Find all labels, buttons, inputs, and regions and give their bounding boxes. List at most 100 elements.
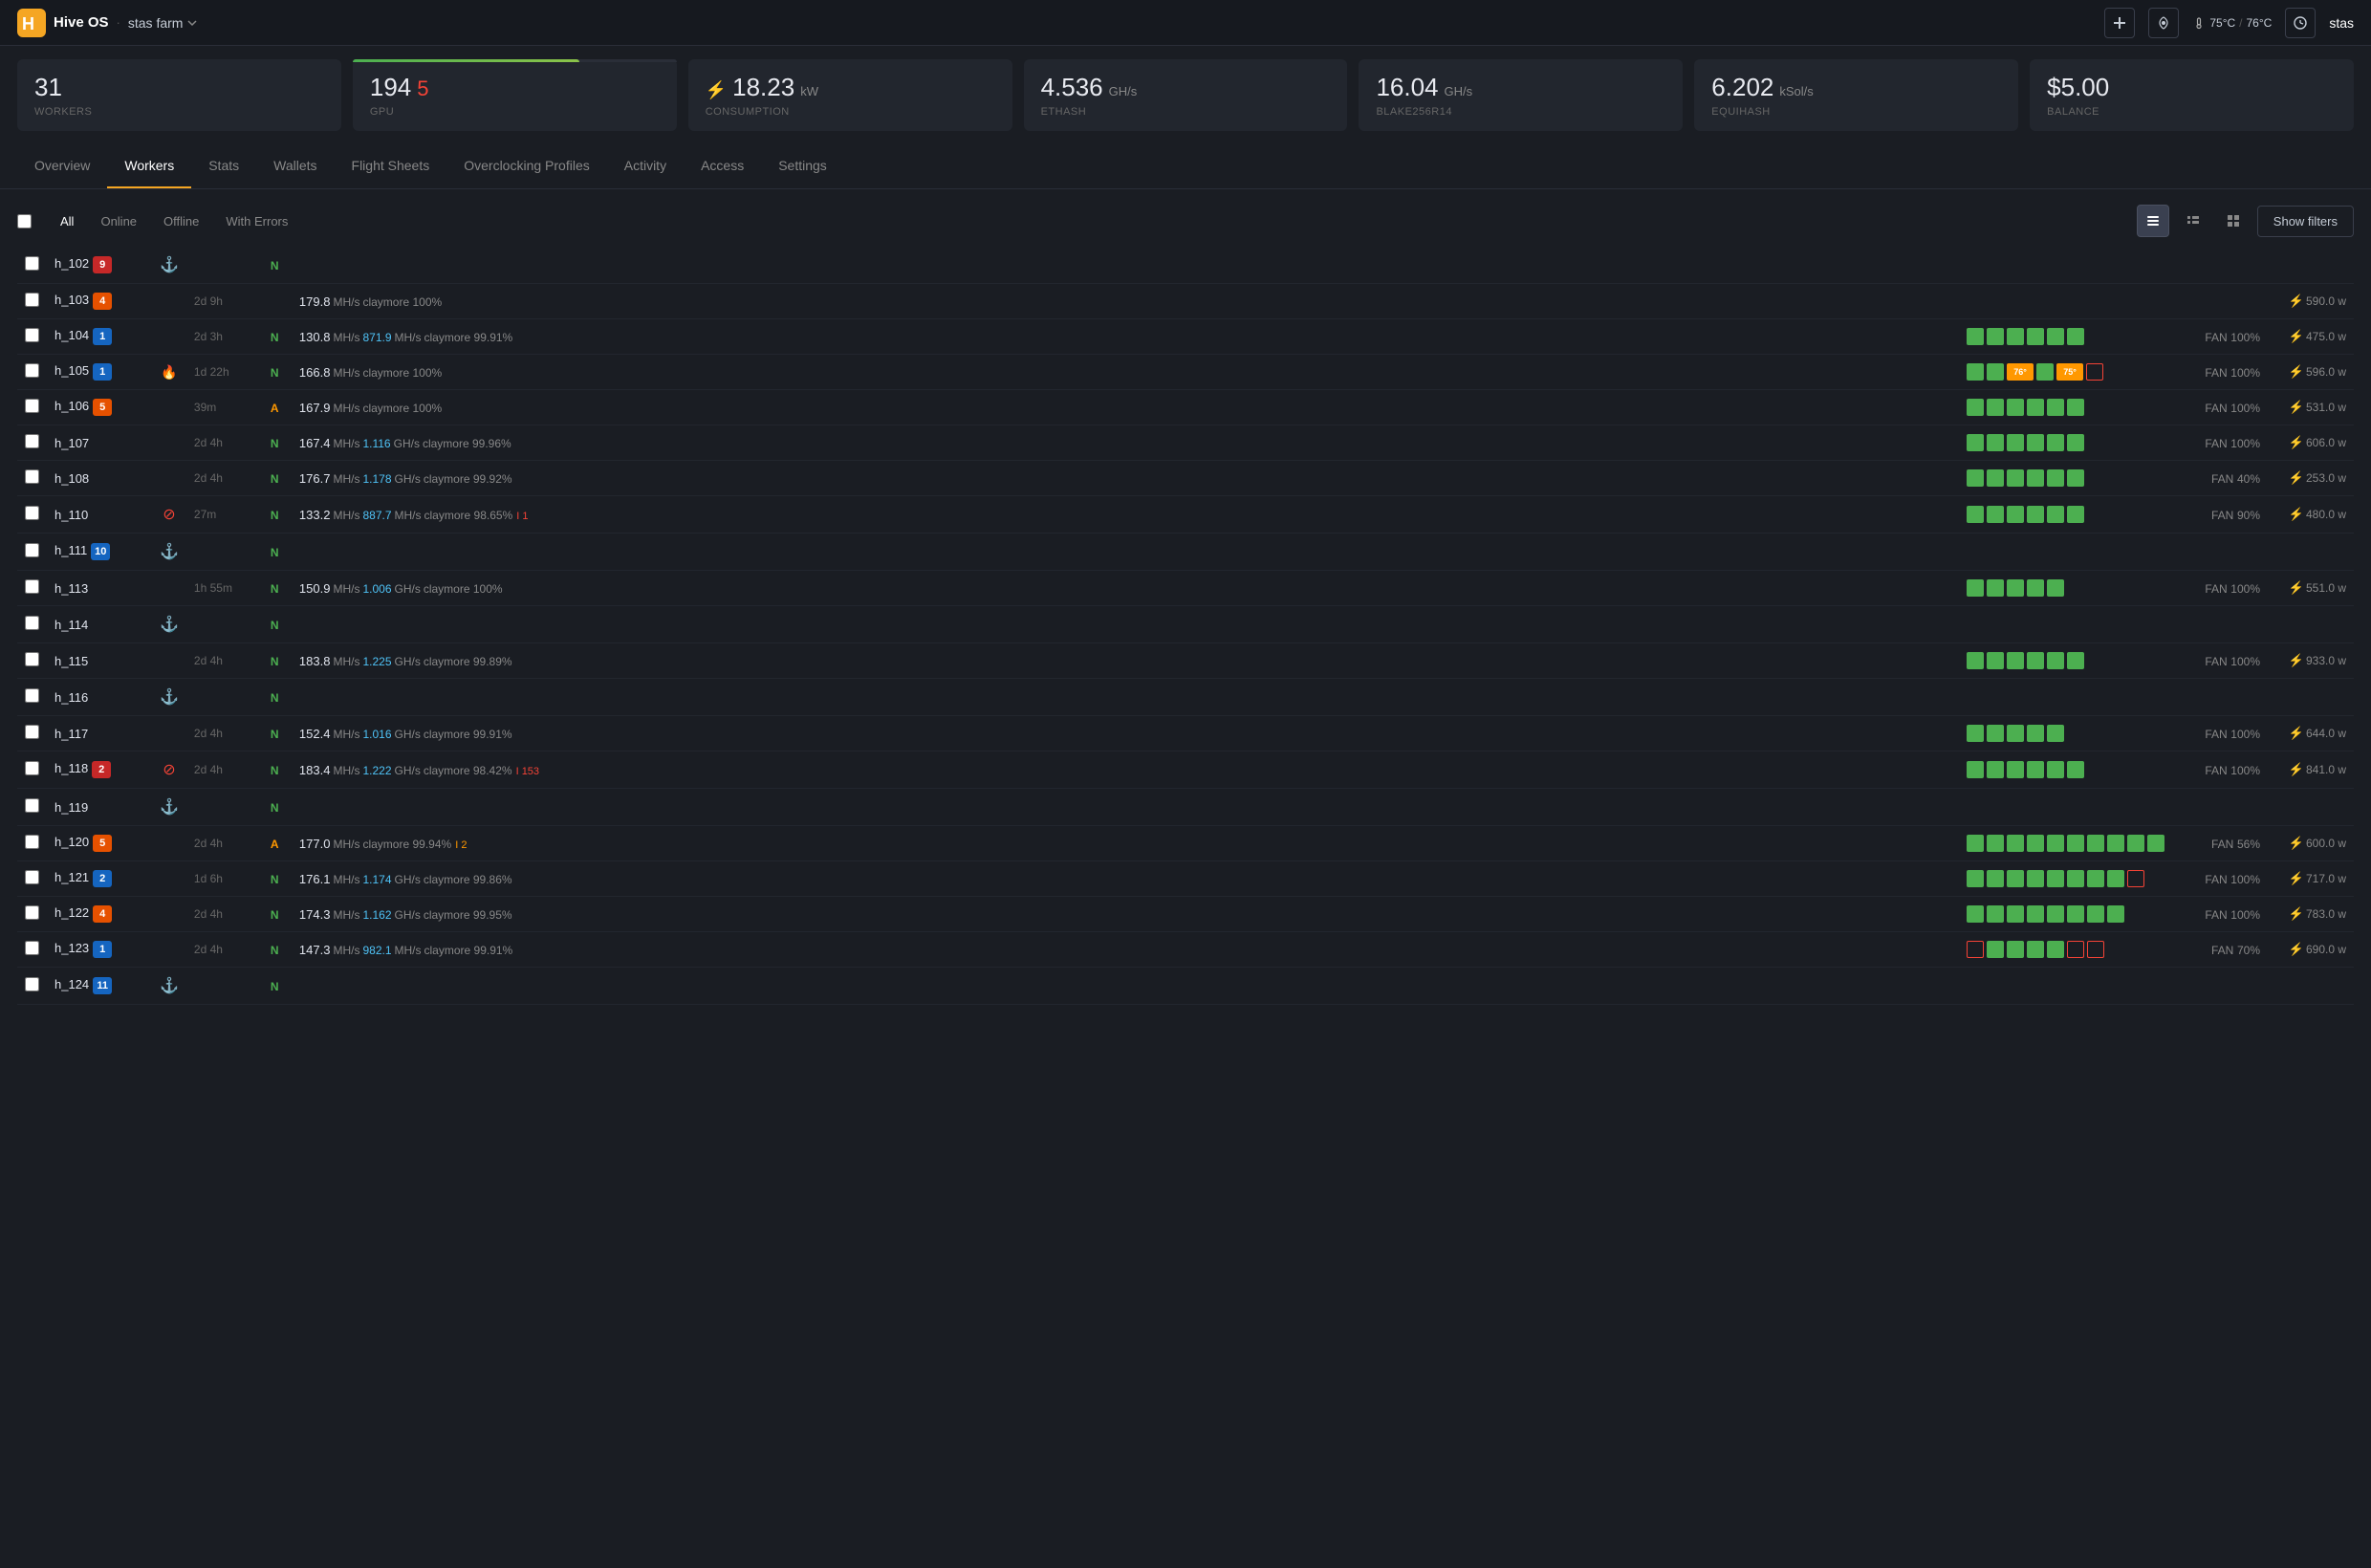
row-checkbox[interactable]	[25, 977, 39, 991]
blake-stat[interactable]: 16.04 GH/s BLAKE256R14	[1359, 59, 1683, 131]
gpu-bar	[2107, 905, 2124, 923]
view-mode-list-detail[interactable]	[2137, 205, 2169, 237]
tab-overclocking[interactable]: Overclocking Profiles	[446, 144, 607, 188]
row-checkbox[interactable]	[25, 725, 39, 739]
row-checkbox[interactable]	[25, 434, 39, 448]
gpu-bar	[2067, 399, 2084, 416]
row-checkbox[interactable]	[25, 941, 39, 955]
row-checkbox[interactable]	[25, 870, 39, 884]
worker-name[interactable]: h_121	[54, 870, 89, 884]
row-checkbox[interactable]	[25, 652, 39, 666]
worker-name[interactable]: h_106	[54, 399, 89, 413]
view-mode-grid[interactable]	[2217, 205, 2250, 237]
worker-name[interactable]: h_114	[54, 618, 88, 632]
worker-name[interactable]: h_120	[54, 835, 89, 849]
status-a: A	[271, 402, 279, 415]
power-cell: ⚡841.0 w	[2268, 751, 2354, 789]
power-cell	[2268, 679, 2354, 716]
power-icon: ⚡	[2289, 836, 2304, 850]
row-checkbox[interactable]	[25, 363, 39, 378]
power-value: 551.0 w	[2306, 581, 2346, 595]
username[interactable]: stas	[2329, 15, 2354, 31]
farm-selector[interactable]: stas farm	[128, 15, 199, 31]
row-checkbox[interactable]	[25, 506, 39, 520]
hash-unit: MH/s	[333, 944, 359, 957]
tab-settings[interactable]: Settings	[761, 144, 844, 188]
gpu-label: GPU	[370, 106, 660, 118]
tab-stats[interactable]: Stats	[191, 144, 256, 188]
hashrate-cell: 183.8MH/s1.225GH/sclaymore 99.89%	[292, 643, 1959, 679]
worker-name[interactable]: h_123	[54, 941, 89, 955]
select-all-checkbox[interactable]	[17, 214, 32, 229]
tab-overview[interactable]: Overview	[17, 144, 107, 188]
worker-name[interactable]: h_111	[54, 543, 87, 557]
view-mode-list[interactable]	[2177, 205, 2209, 237]
filter-online[interactable]: Online	[87, 208, 150, 234]
gpu-bar	[1967, 399, 1984, 416]
tab-activity[interactable]: Activity	[607, 144, 684, 188]
hash-main: 152.4	[299, 727, 331, 741]
row-checkbox[interactable]	[25, 905, 39, 920]
filter-errors[interactable]: With Errors	[212, 208, 301, 234]
tab-flight-sheets[interactable]: Flight Sheets	[335, 144, 447, 188]
row-checkbox[interactable]	[25, 256, 39, 271]
worker-name[interactable]: h_107	[54, 436, 89, 450]
worker-name[interactable]: h_119	[54, 800, 88, 815]
tab-access[interactable]: Access	[684, 144, 761, 188]
worker-name[interactable]: h_122	[54, 905, 89, 920]
equihash-stat[interactable]: 6.202 kSol/s EQUIHASH	[1694, 59, 2018, 131]
power-icon: ⚡	[2289, 726, 2304, 740]
row-checkbox[interactable]	[25, 543, 39, 557]
power-icon: ⚡	[2289, 435, 2304, 449]
row-checkbox[interactable]	[25, 835, 39, 849]
gpu-bars	[1967, 506, 2164, 523]
gpu-bar	[2067, 905, 2084, 923]
thermometer-icon	[2192, 16, 2206, 30]
row-checkbox[interactable]	[25, 688, 39, 703]
anchor-icon: ⚓	[160, 544, 179, 560]
hash-sec-unit: GH/s	[395, 655, 421, 668]
hash-eff: 99.91%	[470, 728, 512, 741]
balance-stat[interactable]: $5.00 BALANCE	[2030, 59, 2354, 131]
tab-wallets[interactable]: Wallets	[256, 144, 334, 188]
worker-name[interactable]: h_104	[54, 328, 89, 342]
add-button[interactable]	[2104, 8, 2135, 38]
worker-name[interactable]: h_117	[54, 727, 88, 741]
power-icon: ⚡	[2289, 906, 2304, 921]
hash-main: 150.9	[299, 581, 331, 596]
row-checkbox[interactable]	[25, 399, 39, 413]
worker-name[interactable]: h_105	[54, 363, 89, 378]
consumption-stat[interactable]: ⚡ 18.23 kW CONSUMPTION	[688, 59, 1012, 131]
power-cell: ⚡475.0 w	[2268, 319, 2354, 355]
gpu-bars	[1967, 870, 2164, 887]
gpu-stat[interactable]: 194 5 GPU	[353, 59, 677, 131]
fan-cell	[2172, 247, 2268, 284]
worker-name[interactable]: h_124	[54, 977, 89, 991]
row-checkbox[interactable]	[25, 798, 39, 813]
tab-workers[interactable]: Workers	[107, 144, 191, 188]
row-checkbox[interactable]	[25, 761, 39, 775]
ethash-stat[interactable]: 4.536 GH/s ETHASH	[1024, 59, 1348, 131]
worker-name[interactable]: h_103	[54, 293, 89, 307]
worker-name[interactable]: h_113	[54, 581, 88, 596]
row-checkbox[interactable]	[25, 328, 39, 342]
row-checkbox[interactable]	[25, 469, 39, 484]
worker-name[interactable]: h_108	[54, 471, 89, 486]
filter-offline[interactable]: Offline	[150, 208, 212, 234]
gpu-bar-empty	[2086, 363, 2103, 381]
worker-name[interactable]: h_116	[54, 690, 88, 705]
logo[interactable]: H Hive OS	[17, 9, 109, 37]
worker-name[interactable]: h_115	[54, 654, 88, 668]
row-checkbox[interactable]	[25, 616, 39, 630]
show-filters-button[interactable]: Show filters	[2257, 206, 2354, 237]
row-checkbox[interactable]	[25, 293, 39, 307]
rocket-button[interactable]	[2148, 8, 2179, 38]
workers-stat[interactable]: 31 WORKERS	[17, 59, 341, 131]
worker-name[interactable]: h_118	[54, 761, 88, 775]
worker-name[interactable]: h_102	[54, 256, 89, 271]
filter-all[interactable]: All	[47, 208, 87, 234]
row-checkbox[interactable]	[25, 579, 39, 594]
clock-button[interactable]	[2285, 8, 2316, 38]
gpu-bar	[1967, 328, 1984, 345]
worker-name[interactable]: h_110	[54, 508, 88, 522]
